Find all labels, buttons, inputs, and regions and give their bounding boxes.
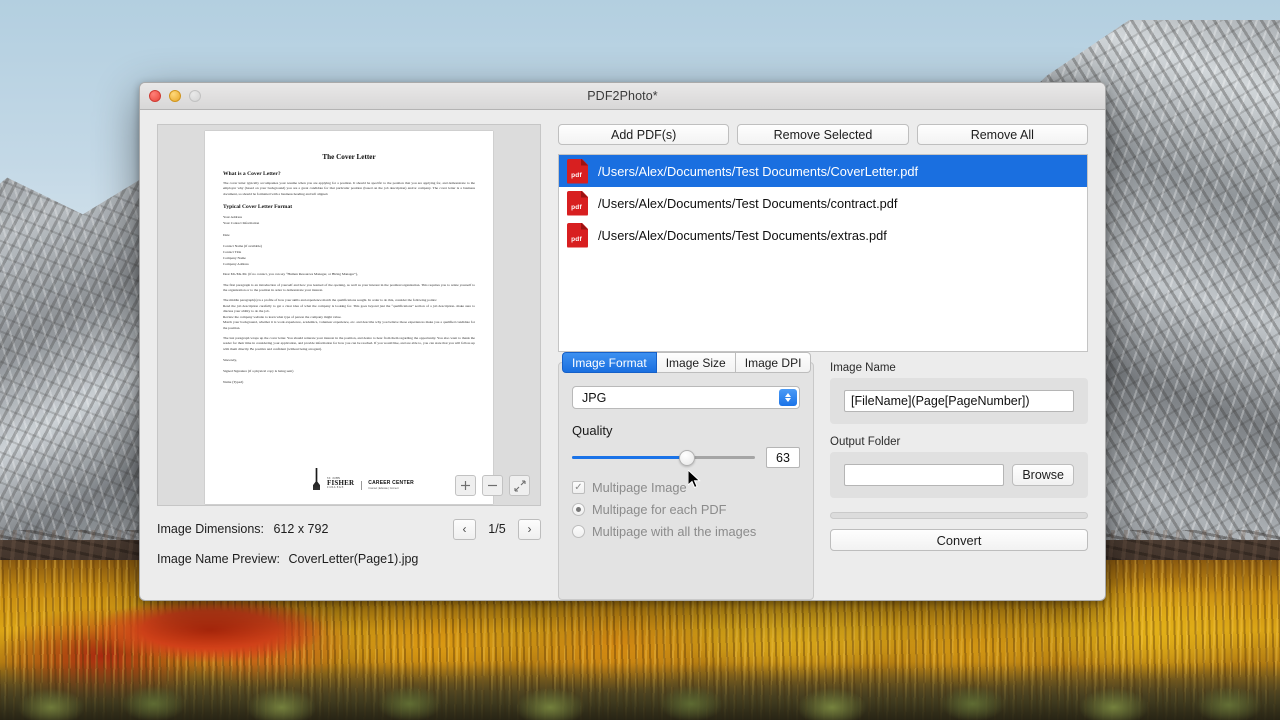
radio-icon[interactable]	[572, 525, 585, 538]
image-dimensions-label: Image Dimensions:	[157, 522, 264, 536]
doc-heading-2: Typical Cover Letter Format	[223, 204, 293, 211]
browse-button[interactable]: Browse	[1012, 464, 1074, 486]
doc-salutation: Dear Mr./Ms./Dr. (if no contact, you can…	[223, 272, 358, 277]
status-row-name-preview: Image Name Preview: CoverLetter(Page1).j…	[157, 552, 541, 566]
doc-heading-1: What is a Cover Letter?	[223, 171, 281, 177]
logo-wordmark: ST. JOHN FISHER COLLEGE	[327, 477, 354, 490]
file-path: /Users/Alex/Documents/Test Documents/ext…	[598, 227, 887, 243]
fit-to-window-icon[interactable]	[509, 475, 530, 496]
window-titlebar[interactable]: PDF2Photo*	[140, 83, 1105, 110]
quality-label: Quality	[572, 423, 613, 438]
image-name-input[interactable]: [FileName](Page[PageNumber])	[844, 390, 1074, 412]
file-list-item[interactable]: pdf/Users/Alex/Documents/Test Documents/…	[559, 219, 1087, 251]
doc-paragraph-2: The first paragraph is an introduction o…	[223, 282, 475, 292]
doc-name-line: Name (Typed)	[223, 380, 244, 385]
image-name-group: [FileName](Page[PageNumber])	[830, 378, 1088, 424]
tab-image-size[interactable]: Image Size	[656, 352, 736, 373]
tab-image-dpi[interactable]: Image DPI	[735, 352, 812, 373]
pdf-file-list[interactable]: pdf/Users/Alex/Documents/Test Documents/…	[558, 154, 1088, 352]
doc-signature-line: Signed Signature (if a physical copy is …	[223, 369, 294, 374]
slider-fill	[572, 455, 688, 459]
output-folder-input[interactable]	[844, 464, 1005, 486]
multipage-options: ✓ Multipage Image Multipage for each PDF Mu…	[572, 480, 800, 539]
image-name-label: Image Name	[830, 362, 896, 374]
preview-column: The Cover Letter What is a Cover Letter?…	[157, 124, 541, 600]
career-center-mark: CAREER CENTER Counsel | Educate | Connec…	[361, 481, 414, 490]
radio-multipage-for-each-pdf[interactable]: Multipage for each PDF	[572, 502, 800, 517]
zoom-in-button[interactable]	[455, 475, 476, 496]
pdf-icon: pdf	[567, 222, 588, 248]
checkbox-icon[interactable]: ✓	[572, 481, 585, 494]
file-list-item[interactable]: pdf/Users/Alex/Documents/Test Documents/…	[559, 155, 1087, 187]
radio-multipage-with-all-the-images[interactable]: Multipage with all the images	[572, 524, 800, 539]
pdf-page: The Cover Letter What is a Cover Letter?…	[205, 131, 493, 504]
pdf-preview-area[interactable]: The Cover Letter What is a Cover Letter?…	[157, 124, 541, 506]
option-label: Multipage for each PDF	[592, 502, 727, 517]
career-center-title: CAREER CENTER	[368, 480, 414, 487]
name-preview-label: Image Name Preview:	[157, 552, 280, 566]
preview-zoom-controls	[455, 475, 530, 496]
doc-paragraph-3: The middle paragraph(s) is a profile of …	[223, 298, 475, 330]
image-format-select[interactable]: JPG	[572, 386, 800, 409]
file-path: /Users/Alex/Documents/Test Documents/Cov…	[598, 163, 919, 179]
option-label: Multipage Image	[592, 480, 687, 495]
file-list-item[interactable]: pdf/Users/Alex/Documents/Test Documents/…	[559, 187, 1087, 219]
caret-down-icon	[785, 398, 791, 402]
page-navigation: ‹ 1/5 ›	[453, 518, 541, 540]
image-format-panel: Image Format Image Size Image DPI JPG Qual…	[558, 352, 814, 600]
option-label: Multipage with all the images	[592, 524, 757, 539]
previous-page-button[interactable]: ‹	[453, 518, 476, 540]
college-logo: ST. JOHN FISHER COLLEGE CAREER CENTER Co…	[313, 468, 414, 490]
quality-slider-row: 63	[572, 447, 800, 468]
lower-panels: Image Format Image Size Image DPI JPG Qual…	[558, 352, 1088, 600]
zoom-out-button[interactable]	[482, 475, 503, 496]
add-pdfs-button[interactable]: Add PDF(s)	[558, 124, 730, 145]
page-indicator: 1/5	[488, 522, 506, 536]
next-page-button[interactable]: ›	[518, 518, 541, 540]
doc-paragraph-1: The cover letter typically accompanies y…	[223, 181, 475, 196]
slider-knob[interactable]	[679, 449, 696, 466]
doc-date-line: Date	[223, 232, 230, 237]
career-center-subtitle: Counsel | Educate | Connect	[368, 486, 399, 490]
name-preview-value: CoverLetter(Page1).jpg	[288, 552, 419, 566]
output-folder-label: Output Folder	[830, 436, 901, 448]
pdf-icon: pdf	[567, 190, 588, 216]
caret-up-icon	[785, 393, 791, 397]
output-settings-panel: Image Name [FileName](Page[PageNumber]) …	[830, 362, 1088, 600]
stepper-arrows-icon[interactable]	[779, 389, 797, 406]
conversion-progress-bar	[830, 512, 1088, 519]
window-title: PDF2Photo*	[587, 89, 658, 103]
file-path: /Users/Alex/Documents/Test Documents/con…	[598, 195, 898, 211]
app-window: PDF2Photo* The Cover Letter What is a Co…	[139, 82, 1106, 601]
doc-closing: Sincerely,	[223, 358, 237, 363]
remove-all-button[interactable]: Remove All	[916, 124, 1088, 145]
image-format-value: JPG	[582, 390, 607, 405]
window-body: The Cover Letter What is a Cover Letter?…	[140, 110, 1105, 600]
convert-button[interactable]: Convert	[830, 529, 1088, 551]
shrub-row	[0, 662, 1280, 720]
status-row-dimensions: Image Dimensions: 612 x 792 ‹ 1/5 ›	[157, 518, 541, 540]
doc-contact-block: Contact Name (if available) Contact Titl…	[223, 243, 262, 267]
pdf-icon: pdf	[567, 158, 588, 184]
checkbox-multipage-image[interactable]: ✓ Multipage Image	[572, 480, 800, 495]
quality-slider[interactable]	[572, 449, 755, 466]
quality-value-field[interactable]: 63	[766, 447, 800, 468]
image-dimensions: Image Dimensions: 612 x 792	[157, 522, 328, 536]
remove-selected-button[interactable]: Remove Selected	[737, 124, 909, 145]
doc-address-block: Your Address Your Contact Information	[223, 215, 260, 226]
doc-paragraph-4: The last paragraph wraps up the cover le…	[223, 335, 475, 351]
tower-icon	[313, 468, 320, 490]
logo-line-3: COLLEGE	[327, 486, 344, 490]
tab-image-format[interactable]: Image Format	[562, 352, 657, 373]
format-tabs: Image Format Image Size Image DPI	[562, 352, 812, 373]
file-toolbar: Add PDF(s) Remove Selected Remove All	[558, 124, 1088, 145]
doc-title: The Cover Letter	[322, 153, 376, 161]
desktop-wallpaper: PDF2Photo* The Cover Letter What is a Co…	[0, 0, 1280, 720]
mouse-cursor	[688, 470, 701, 489]
output-folder-group: Browse	[830, 452, 1088, 498]
image-dimensions-value: 612 x 792	[273, 522, 329, 536]
radio-icon[interactable]	[572, 503, 585, 516]
controls-column: Add PDF(s) Remove Selected Remove All pd…	[558, 124, 1088, 600]
